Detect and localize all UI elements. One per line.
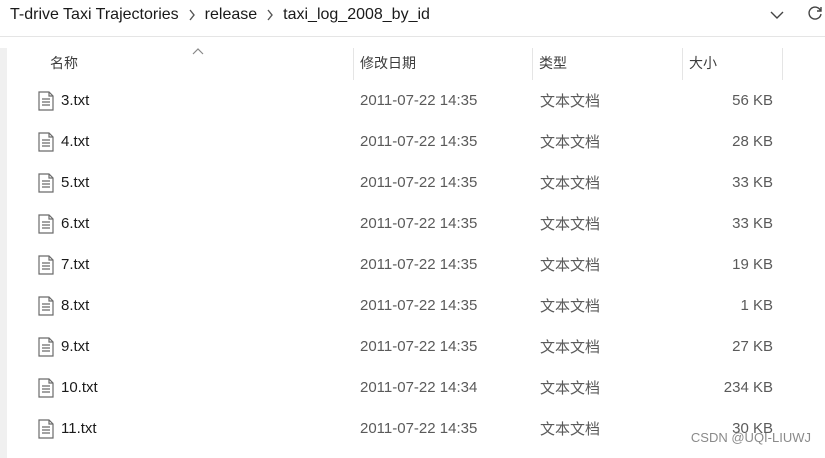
file-row[interactable]: 4.txt 2011-07-22 14:35 文本文档 28 KB xyxy=(33,121,783,162)
file-row[interactable]: 5.txt 2011-07-22 14:35 文本文档 33 KB xyxy=(33,162,783,203)
column-header-name[interactable]: 名称 xyxy=(33,46,353,80)
file-type: 文本文档 xyxy=(540,216,601,233)
address-history-button[interactable] xyxy=(765,3,789,27)
column-header-date[interactable]: 修改日期 xyxy=(353,46,532,80)
file-row[interactable]: 3.txt 2011-07-22 14:35 文本文档 56 KB xyxy=(33,80,783,121)
text-file-icon xyxy=(38,244,56,285)
file-name: 6.txt xyxy=(61,215,90,232)
file-size: 33 KB xyxy=(732,215,773,232)
breadcrumb-item-taxi-log[interactable]: taxi_log_2008_by_id xyxy=(281,6,432,24)
text-file-icon xyxy=(38,203,56,244)
file-name: 5.txt xyxy=(61,174,90,191)
address-bar[interactable]: T-drive Taxi Trajectories release taxi_l… xyxy=(0,0,825,37)
file-row[interactable]: 6.txt 2011-07-22 14:35 文本文档 33 KB xyxy=(33,203,783,244)
column-header-size[interactable]: 大小 xyxy=(682,46,783,80)
text-file-icon xyxy=(38,285,56,326)
file-type: 文本文档 xyxy=(540,421,601,438)
file-type: 文本文档 xyxy=(540,134,601,151)
file-size: 234 KB xyxy=(723,379,773,396)
text-file-icon xyxy=(38,80,56,121)
file-modified-date: 2011-07-22 14:35 xyxy=(360,92,478,109)
file-size: 19 KB xyxy=(732,256,773,273)
refresh-button[interactable] xyxy=(803,3,825,27)
refresh-icon xyxy=(807,5,823,26)
file-type: 文本文档 xyxy=(540,339,601,356)
file-row[interactable]: 7.txt 2011-07-22 14:35 文本文档 19 KB xyxy=(33,244,783,285)
text-file-icon xyxy=(38,408,56,449)
file-type: 文本文档 xyxy=(540,380,601,397)
file-name: 9.txt xyxy=(61,338,90,355)
file-size: 28 KB xyxy=(732,133,773,150)
file-type: 文本文档 xyxy=(540,257,601,274)
file-row[interactable]: 9.txt 2011-07-22 14:35 文本文档 27 KB xyxy=(33,326,783,367)
file-name: 10.txt xyxy=(61,379,98,396)
text-file-icon xyxy=(38,162,56,203)
breadcrumb: T-drive Taxi Trajectories release taxi_l… xyxy=(8,0,432,30)
file-type: 文本文档 xyxy=(540,175,601,192)
file-size: 1 KB xyxy=(740,297,773,314)
text-file-icon xyxy=(38,326,56,367)
column-divider[interactable] xyxy=(782,48,783,80)
chevron-down-icon xyxy=(770,6,784,24)
file-modified-date: 2011-07-22 14:35 xyxy=(360,297,478,314)
chevron-right-icon[interactable] xyxy=(181,0,203,30)
file-modified-date: 2011-07-22 14:35 xyxy=(360,420,478,437)
file-row[interactable]: 11.txt 2011-07-22 14:35 文本文档 30 KB xyxy=(33,408,783,449)
breadcrumb-item-release[interactable]: release xyxy=(203,6,259,24)
file-modified-date: 2011-07-22 14:35 xyxy=(360,338,478,355)
breadcrumb-item-tdrive[interactable]: T-drive Taxi Trajectories xyxy=(8,6,181,24)
file-modified-date: 2011-07-22 14:35 xyxy=(360,215,478,232)
file-list: 3.txt 2011-07-22 14:35 文本文档 56 KB 4.txt … xyxy=(33,80,783,449)
file-name: 8.txt xyxy=(61,297,90,314)
file-row[interactable]: 8.txt 2011-07-22 14:35 文本文档 1 KB xyxy=(33,285,783,326)
navigation-pane-edge xyxy=(0,48,7,458)
file-size: 56 KB xyxy=(732,92,773,109)
file-type: 文本文档 xyxy=(540,93,601,110)
column-header-row: 名称 修改日期 类型 大小 xyxy=(33,46,783,80)
file-name: 11.txt xyxy=(61,420,97,437)
file-modified-date: 2011-07-22 14:35 xyxy=(360,174,478,191)
file-size: 27 KB xyxy=(732,338,773,355)
text-file-icon xyxy=(38,121,56,162)
file-name: 3.txt xyxy=(61,92,90,109)
text-file-icon xyxy=(38,367,56,408)
file-type: 文本文档 xyxy=(540,298,601,315)
column-header-type[interactable]: 类型 xyxy=(532,46,682,80)
file-modified-date: 2011-07-22 14:35 xyxy=(360,256,478,273)
file-name: 7.txt xyxy=(61,256,90,273)
file-row[interactable]: 10.txt 2011-07-22 14:34 文本文档 234 KB xyxy=(33,367,783,408)
file-modified-date: 2011-07-22 14:34 xyxy=(360,379,478,396)
file-size: 33 KB xyxy=(732,174,773,191)
watermark: CSDN @UQI-LIUWJ xyxy=(690,430,811,445)
chevron-right-icon[interactable] xyxy=(259,0,281,30)
file-modified-date: 2011-07-22 14:35 xyxy=(360,133,478,150)
file-name: 4.txt xyxy=(61,133,90,150)
